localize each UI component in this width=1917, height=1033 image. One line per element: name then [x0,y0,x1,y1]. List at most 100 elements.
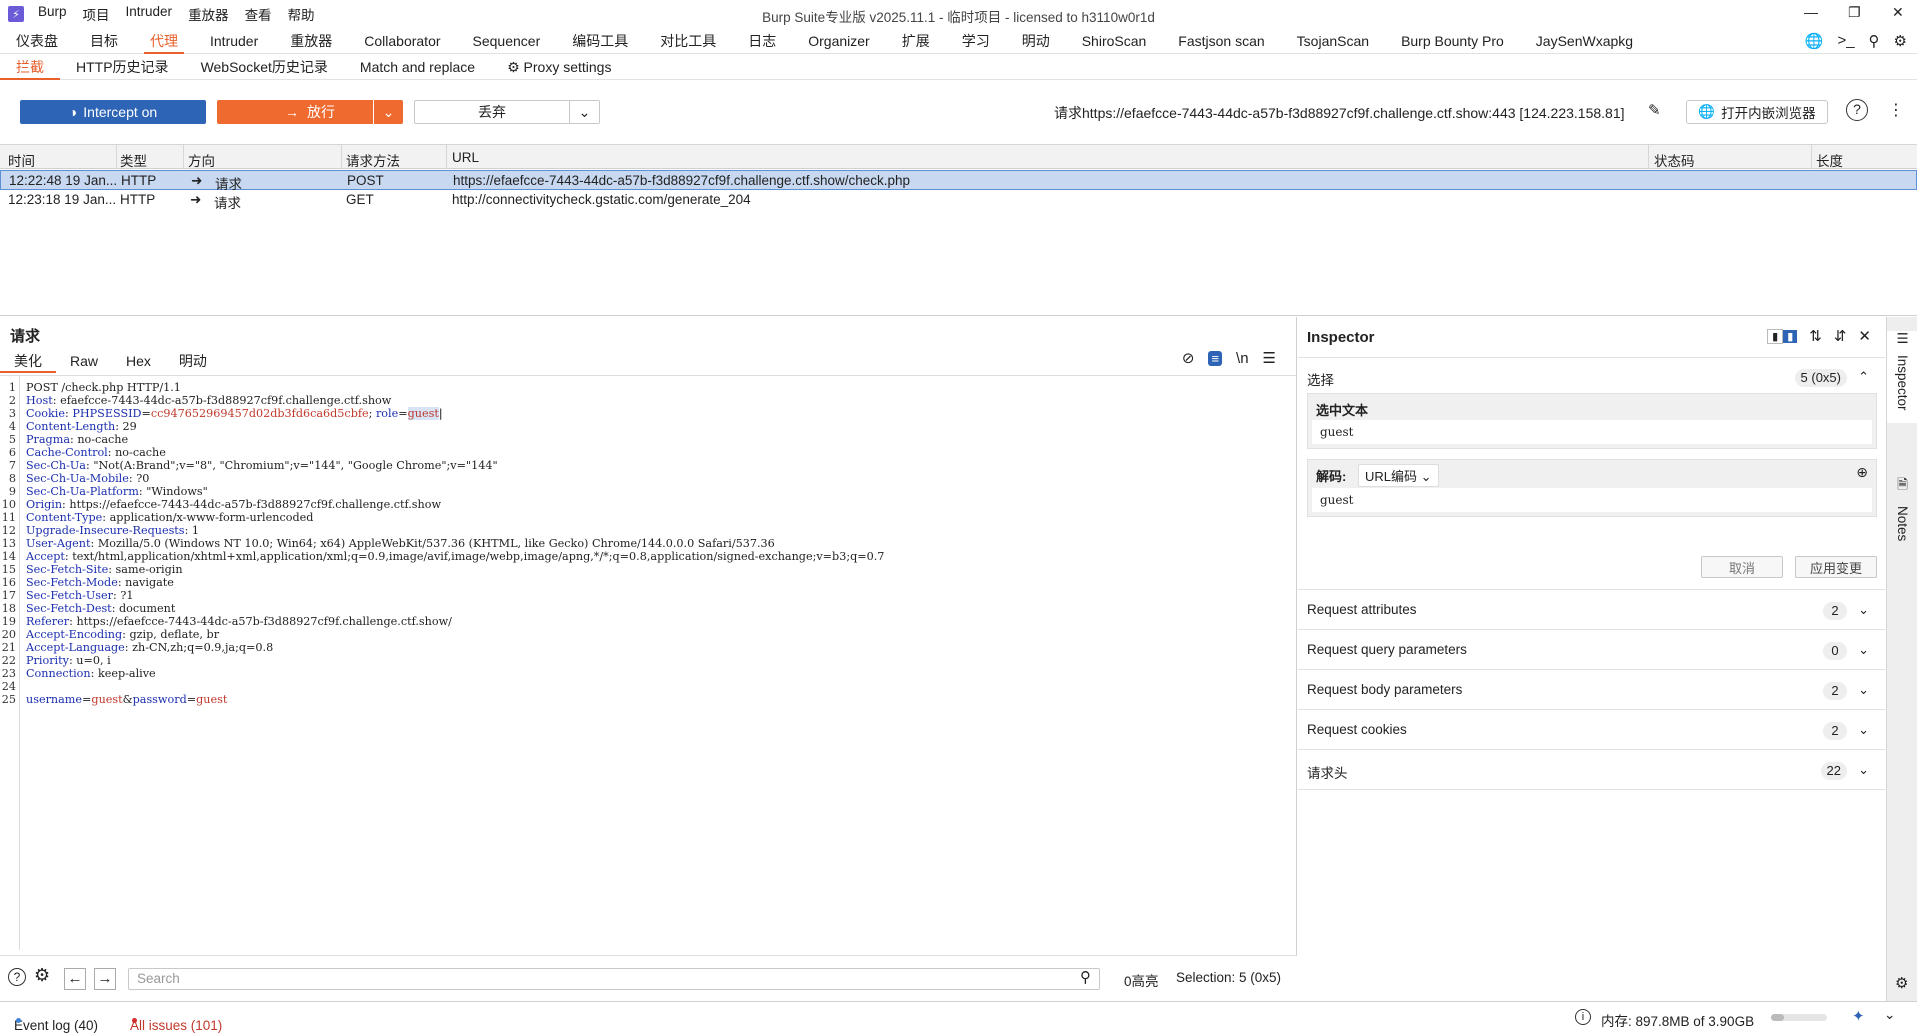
col-time[interactable]: 时间 [8,150,35,170]
close-icon[interactable]: ✕ [1858,327,1871,345]
tab-match-and-replace[interactable]: Match and replace [344,54,491,80]
section-request-headers[interactable]: 请求头 22 ⌄ [1307,762,1877,782]
row-type: HTTP [120,192,156,207]
col-direction[interactable]: 方向 [188,150,215,170]
menu-help[interactable]: 帮助 [288,4,315,24]
tab-proxy-settings[interactable]: ⚙ Proxy settings [491,54,627,80]
section-request-cookies[interactable]: Request cookies 2 ⌄ [1307,722,1877,740]
help-icon[interactable]: ? [1846,99,1868,121]
minimize-icon[interactable]: — [1804,4,1818,20]
col-url[interactable]: URL [452,150,479,165]
tab-dashboard[interactable]: 仪表盘 [0,28,74,54]
section-request-body-parameters[interactable]: Request body parameters 2 ⌄ [1307,682,1877,700]
line-number: 9 [8,485,16,498]
col-method[interactable]: 请求方法 [346,150,400,170]
table-row[interactable]: 12:22:48 19 Jan... HTTP ➜ 请求 POST https:… [0,170,1917,192]
wrap-lines-icon[interactable]: ≡ [1208,350,1223,366]
chevron-up-icon[interactable]: ⌃ [1858,369,1869,385]
open-browser-button[interactable]: 🌐 打开内嵌浏览器 [1686,100,1828,124]
tab-comparer[interactable]: 对比工具 [644,28,732,54]
tab-repeater[interactable]: 重放器 [274,28,348,54]
tab-collaborator[interactable]: Collaborator [348,28,456,54]
tab-decoder[interactable]: 编码工具 [556,28,644,54]
decode-type-dropdown[interactable]: URL编码 ⌄ [1358,464,1439,487]
settings-gear-icon[interactable]: ⚙ [1895,974,1908,992]
layout-single-icon[interactable]: ▮ [1767,328,1784,344]
header-name: Cache-Control [26,446,108,459]
editor-menu-icon[interactable]: ☰ [1263,349,1276,367]
tab-raw[interactable]: Raw [56,351,112,373]
rail-tab-inspector[interactable]: ☰ Inspector [1887,331,1917,423]
intercept-toggle-button[interactable]: ◑ Intercept on [20,100,206,124]
tab-sequencer[interactable]: Sequencer [457,28,557,54]
forward-button[interactable]: → 放行 ⌄ [217,100,403,124]
tab-fastjson-scan[interactable]: Fastjson scan [1162,28,1280,54]
cancel-button[interactable]: 取消 [1701,556,1783,578]
tab-burp-bounty-pro[interactable]: Burp Bounty Pro [1385,28,1520,54]
tab-mingdong[interactable]: 明动 [1006,28,1066,54]
menu-intruder[interactable]: Intruder [126,4,173,24]
close-window-icon[interactable]: ✕ [1892,4,1904,21]
table-row[interactable]: 12:23:18 19 Jan... HTTP ➜ 请求 GET http://… [0,190,1917,211]
selected-text-value[interactable]: guest [1312,420,1872,444]
main-tabs: 仪表盘 目标 代理 Intruder 重放器 Collaborator Sequ… [0,28,1917,54]
globe-icon[interactable]: 🌐 [1805,32,1824,50]
tab-shiroscan[interactable]: ShiroScan [1066,28,1163,54]
menu-project[interactable]: 项目 [83,4,110,24]
menu-view[interactable]: 查看 [245,4,272,24]
section-request-query-parameters[interactable]: Request query parameters 0 ⌄ [1307,642,1877,660]
drop-dropdown-chevron-icon[interactable]: ⌄ [569,101,599,123]
search-icon[interactable]: ⚲ [1080,968,1091,986]
tab-organizer[interactable]: Organizer [792,28,885,54]
expand-all-icon[interactable]: ⇅ [1809,327,1822,345]
forward-dropdown-chevron-icon[interactable]: ⌄ [373,100,403,124]
tab-target[interactable]: 目标 [74,28,134,54]
section-request-attributes[interactable]: Request attributes 2 ⌄ [1307,602,1877,620]
edit-pencil-icon[interactable]: ✎ [1648,101,1661,119]
maximize-icon[interactable]: ❐ [1848,4,1861,21]
menu-burp[interactable]: Burp [38,4,67,24]
terminal-icon[interactable]: >_ [1837,32,1854,50]
col-type[interactable]: 类型 [120,150,147,170]
tab-intercept[interactable]: 拦截 [0,54,60,80]
tab-logger[interactable]: 日志 [732,28,792,54]
chevron-down-icon[interactable]: ⌄ [1884,1007,1895,1023]
ai-sparkle-icon[interactable]: ✦ [1852,1007,1865,1025]
col-status[interactable]: 状态码 [1654,150,1695,170]
menu-repeater[interactable]: 重放器 [188,4,229,24]
tab-proxy[interactable]: 代理 [134,28,194,54]
arrow-left-icon[interactable]: ← [64,968,86,990]
search-icon[interactable]: ⚲ [1869,32,1880,50]
layout-split-icon[interactable]: ▮ [1783,329,1798,343]
collapse-all-icon[interactable]: ⇵ [1834,327,1847,345]
newline-icon[interactable]: \n [1236,350,1249,367]
settings-gear-icon[interactable]: ⚙ [34,965,50,986]
selection-section[interactable]: 选择 5 (0x5) ⌃ [1307,369,1877,389]
tab-websocket-history[interactable]: WebSocket历史记录 [185,54,344,80]
drop-button[interactable]: 丢弃 ⌄ [414,100,600,124]
col-length[interactable]: 长度 [1816,150,1843,170]
line-number: 25 [1,693,16,706]
request-editor[interactable]: 1 2 3 4 5 6 7 8 9 10 11 12 13 14 15 16 17 18 19 20 21 22 23 24 2… [0,375,1296,950]
tab-hex[interactable]: Hex [112,351,165,373]
decoded-text-value[interactable]: guest [1312,488,1872,512]
more-options-icon[interactable]: ⋮ [1888,100,1904,120]
rail-tab-notes[interactable]: 🗎 Notes [1887,475,1917,541]
tab-mingdong[interactable]: 明动 [165,351,221,373]
tab-http-history[interactable]: HTTP历史记录 [60,54,185,80]
tab-extensions[interactable]: 扩展 [886,28,946,54]
add-decode-icon[interactable]: ⊕ [1856,464,1868,481]
tab-learn[interactable]: 学习 [946,28,1006,54]
apply-changes-button[interactable]: 应用变更 [1795,556,1877,578]
help-icon[interactable]: ? [8,968,26,986]
search-input[interactable]: Search [128,968,1100,990]
tab-tsojanscan[interactable]: TsojanScan [1281,28,1385,54]
hide-non-printable-icon[interactable]: ⊘ [1182,349,1195,367]
settings-gear-icon[interactable]: ⚙ [1894,32,1907,50]
tab-intruder[interactable]: Intruder [194,28,274,54]
tab-pretty[interactable]: 美化 [0,351,56,373]
header-name: Accept-Encoding [26,628,123,641]
burp-logo-icon: ⚡ [8,6,24,22]
arrow-right-icon[interactable]: → [94,968,116,990]
tab-jaysenwxapkg[interactable]: JaySenWxapkg [1520,28,1649,54]
